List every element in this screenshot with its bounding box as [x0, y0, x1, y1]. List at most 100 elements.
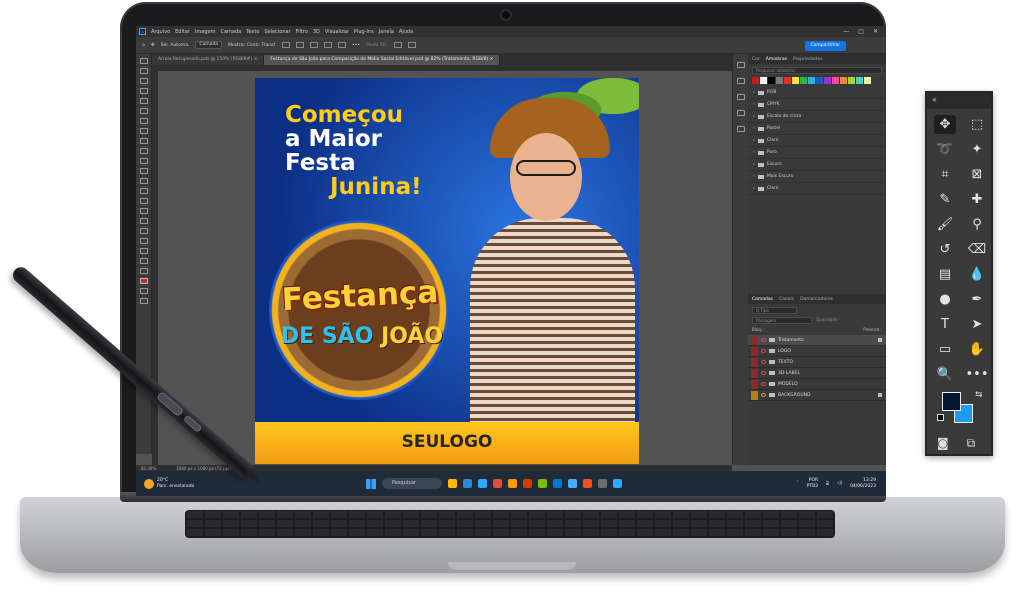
eye-icon[interactable]: [761, 393, 766, 397]
swatch-folder[interactable]: › Escala de cinza: [748, 111, 886, 123]
eye-icon[interactable]: [761, 360, 766, 364]
blend-mode-dropdown[interactable]: Passagem: [752, 317, 812, 324]
menu-arquivo[interactable]: Arquivo: [151, 29, 170, 35]
toolbar-tool[interactable]: [139, 58, 148, 64]
taskbar-app-icon[interactable]: [523, 479, 532, 488]
stamp-tool-icon[interactable]: ⚲: [966, 215, 988, 234]
color-swatch[interactable]: [824, 77, 831, 84]
paragraph-panel-icon[interactable]: [736, 110, 745, 116]
toolbar-tool[interactable]: [139, 228, 148, 234]
color-swatch[interactable]: [856, 77, 863, 84]
taskbar-app-icon[interactable]: [463, 479, 472, 488]
type-tool-icon[interactable]: T: [934, 315, 956, 334]
menu-editar[interactable]: Editar: [175, 29, 190, 35]
toolbar-tool[interactable]: [139, 208, 148, 214]
distribute-icon[interactable]: [338, 42, 347, 48]
crop-tool-icon[interactable]: ⌗: [934, 165, 956, 184]
auto-select-checkbox[interactable]: Sel. Automa.: [161, 43, 190, 48]
color-swatch[interactable]: [768, 77, 775, 84]
toolbar-tool[interactable]: [139, 98, 148, 104]
color-swatch[interactable]: [864, 77, 871, 84]
toolbar-tool[interactable]: [139, 238, 148, 244]
minimize-button[interactable]: —: [843, 28, 849, 35]
home-icon[interactable]: ⌂: [142, 43, 145, 48]
swatch-folder[interactable]: › Puro: [748, 147, 886, 159]
swatch-folder[interactable]: › CMYK: [748, 99, 886, 111]
taskbar-app-icon[interactable]: [448, 479, 457, 488]
eyedropper-tool-icon[interactable]: ✎: [934, 190, 956, 209]
history-brush-tool-icon[interactable]: ↺: [934, 240, 956, 259]
rectangle-tool-icon[interactable]: ▭: [934, 340, 956, 359]
menu-camada[interactable]: Camada: [220, 29, 241, 35]
layer-visibility-toggle[interactable]: [751, 379, 758, 389]
toolbar-tool[interactable]: [139, 158, 148, 164]
toolbar-tool[interactable]: [139, 78, 148, 84]
layer-row[interactable]: TEXTO: [748, 357, 886, 368]
lasso-tool-icon[interactable]: ➰: [934, 140, 956, 159]
auto-select-dropdown[interactable]: Camada: [195, 41, 223, 49]
menu-filtro[interactable]: Filtro: [296, 29, 308, 35]
align-left-icon[interactable]: [282, 42, 291, 48]
chevron-up-icon[interactable]: ˄: [796, 481, 798, 486]
tab-arraia-recuperado[interactable]: Arraia Recuperado.psb @ 150% (RGB/8#) ×: [152, 55, 265, 65]
tab-propriedades[interactable]: Propriedades: [793, 57, 822, 62]
toolbar-tool[interactable]: [139, 108, 148, 114]
toolbar-tool[interactable]: [139, 118, 148, 124]
layer-visibility-toggle[interactable]: [751, 357, 758, 367]
hand-tool-icon[interactable]: ✋: [966, 340, 988, 359]
toolbar-tool[interactable]: [139, 88, 148, 94]
align-center-icon[interactable]: [296, 42, 305, 48]
menu-ajuda[interactable]: Ajuda: [399, 29, 413, 35]
toolbar-tool[interactable]: [139, 148, 148, 154]
volume-icon[interactable]: ◁): [837, 481, 842, 486]
layer-row[interactable]: MODELO: [748, 379, 886, 390]
taskbar-app-icon[interactable]: [613, 479, 622, 488]
quick-mask-icon[interactable]: [139, 288, 148, 294]
frame-tool-icon[interactable]: ⊠: [966, 165, 988, 184]
layer-visibility-toggle[interactable]: [751, 390, 758, 400]
taskbar-app-icon[interactable]: [568, 479, 577, 488]
toolbar-tool[interactable]: [139, 68, 148, 74]
taskbar-app-icon[interactable]: [493, 479, 502, 488]
default-colors-icon[interactable]: [937, 414, 944, 421]
swap-colors-icon[interactable]: ⇆: [975, 390, 983, 400]
close-button[interactable]: ✕: [873, 28, 878, 35]
align-right-icon[interactable]: [310, 42, 319, 48]
menu-selecionar[interactable]: Selecionar: [264, 29, 290, 35]
color-swatch[interactable]: [752, 77, 759, 84]
layer-row[interactable]: LOGO: [748, 346, 886, 357]
color-swatch[interactable]: [832, 77, 839, 84]
layer-row[interactable]: BACKGROUND: [748, 390, 886, 401]
swatch-folder[interactable]: › Mais Escuro: [748, 171, 886, 183]
taskbar-app-icon[interactable]: [538, 479, 547, 488]
eye-icon[interactable]: [761, 382, 766, 386]
toolbar-tool[interactable]: [139, 138, 148, 144]
color-swatch[interactable]: [792, 77, 799, 84]
brush-tool-icon[interactable]: 🖌: [934, 215, 956, 234]
color-swatch[interactable]: [760, 77, 767, 84]
adjustments-panel-icon[interactable]: [736, 78, 745, 84]
menu-imagem[interactable]: Imagem: [195, 29, 216, 35]
magic-wand-tool-icon[interactable]: ✦: [966, 140, 988, 159]
show-transform-checkbox[interactable]: Mostrar Contr. Transf.: [228, 43, 276, 48]
toolbar-tool[interactable]: [139, 248, 148, 254]
color-swatch[interactable]: [784, 77, 791, 84]
tab-amostras[interactable]: Amostras: [766, 57, 787, 62]
libraries-panel-icon[interactable]: [736, 94, 745, 100]
more-tools-icon[interactable]: •••: [966, 365, 989, 384]
quick-mask-icon[interactable]: ◙: [937, 436, 949, 451]
swatch-folder[interactable]: › Claro: [748, 135, 886, 147]
color-swatch[interactable]: [776, 77, 783, 84]
foreground-color-swatch[interactable]: [942, 392, 961, 411]
more-options-icon[interactable]: •••: [352, 43, 360, 48]
menu-janela[interactable]: Janela: [379, 29, 394, 35]
tab-camadas[interactable]: Camadas: [752, 297, 773, 302]
move-tool-icon[interactable]: ✥: [934, 115, 956, 134]
blur-tool-icon[interactable]: 💧: [966, 265, 988, 284]
layer-filter-dropdown[interactable]: Q Tipo: [752, 307, 797, 314]
pan-3d-icon[interactable]: [407, 42, 416, 48]
color-swatch[interactable]: [840, 77, 847, 84]
eraser-tool-icon[interactable]: ⌫: [966, 240, 988, 259]
screen-mode-icon[interactable]: ⧉: [967, 436, 976, 451]
toolbar-tool[interactable]: [139, 268, 148, 274]
